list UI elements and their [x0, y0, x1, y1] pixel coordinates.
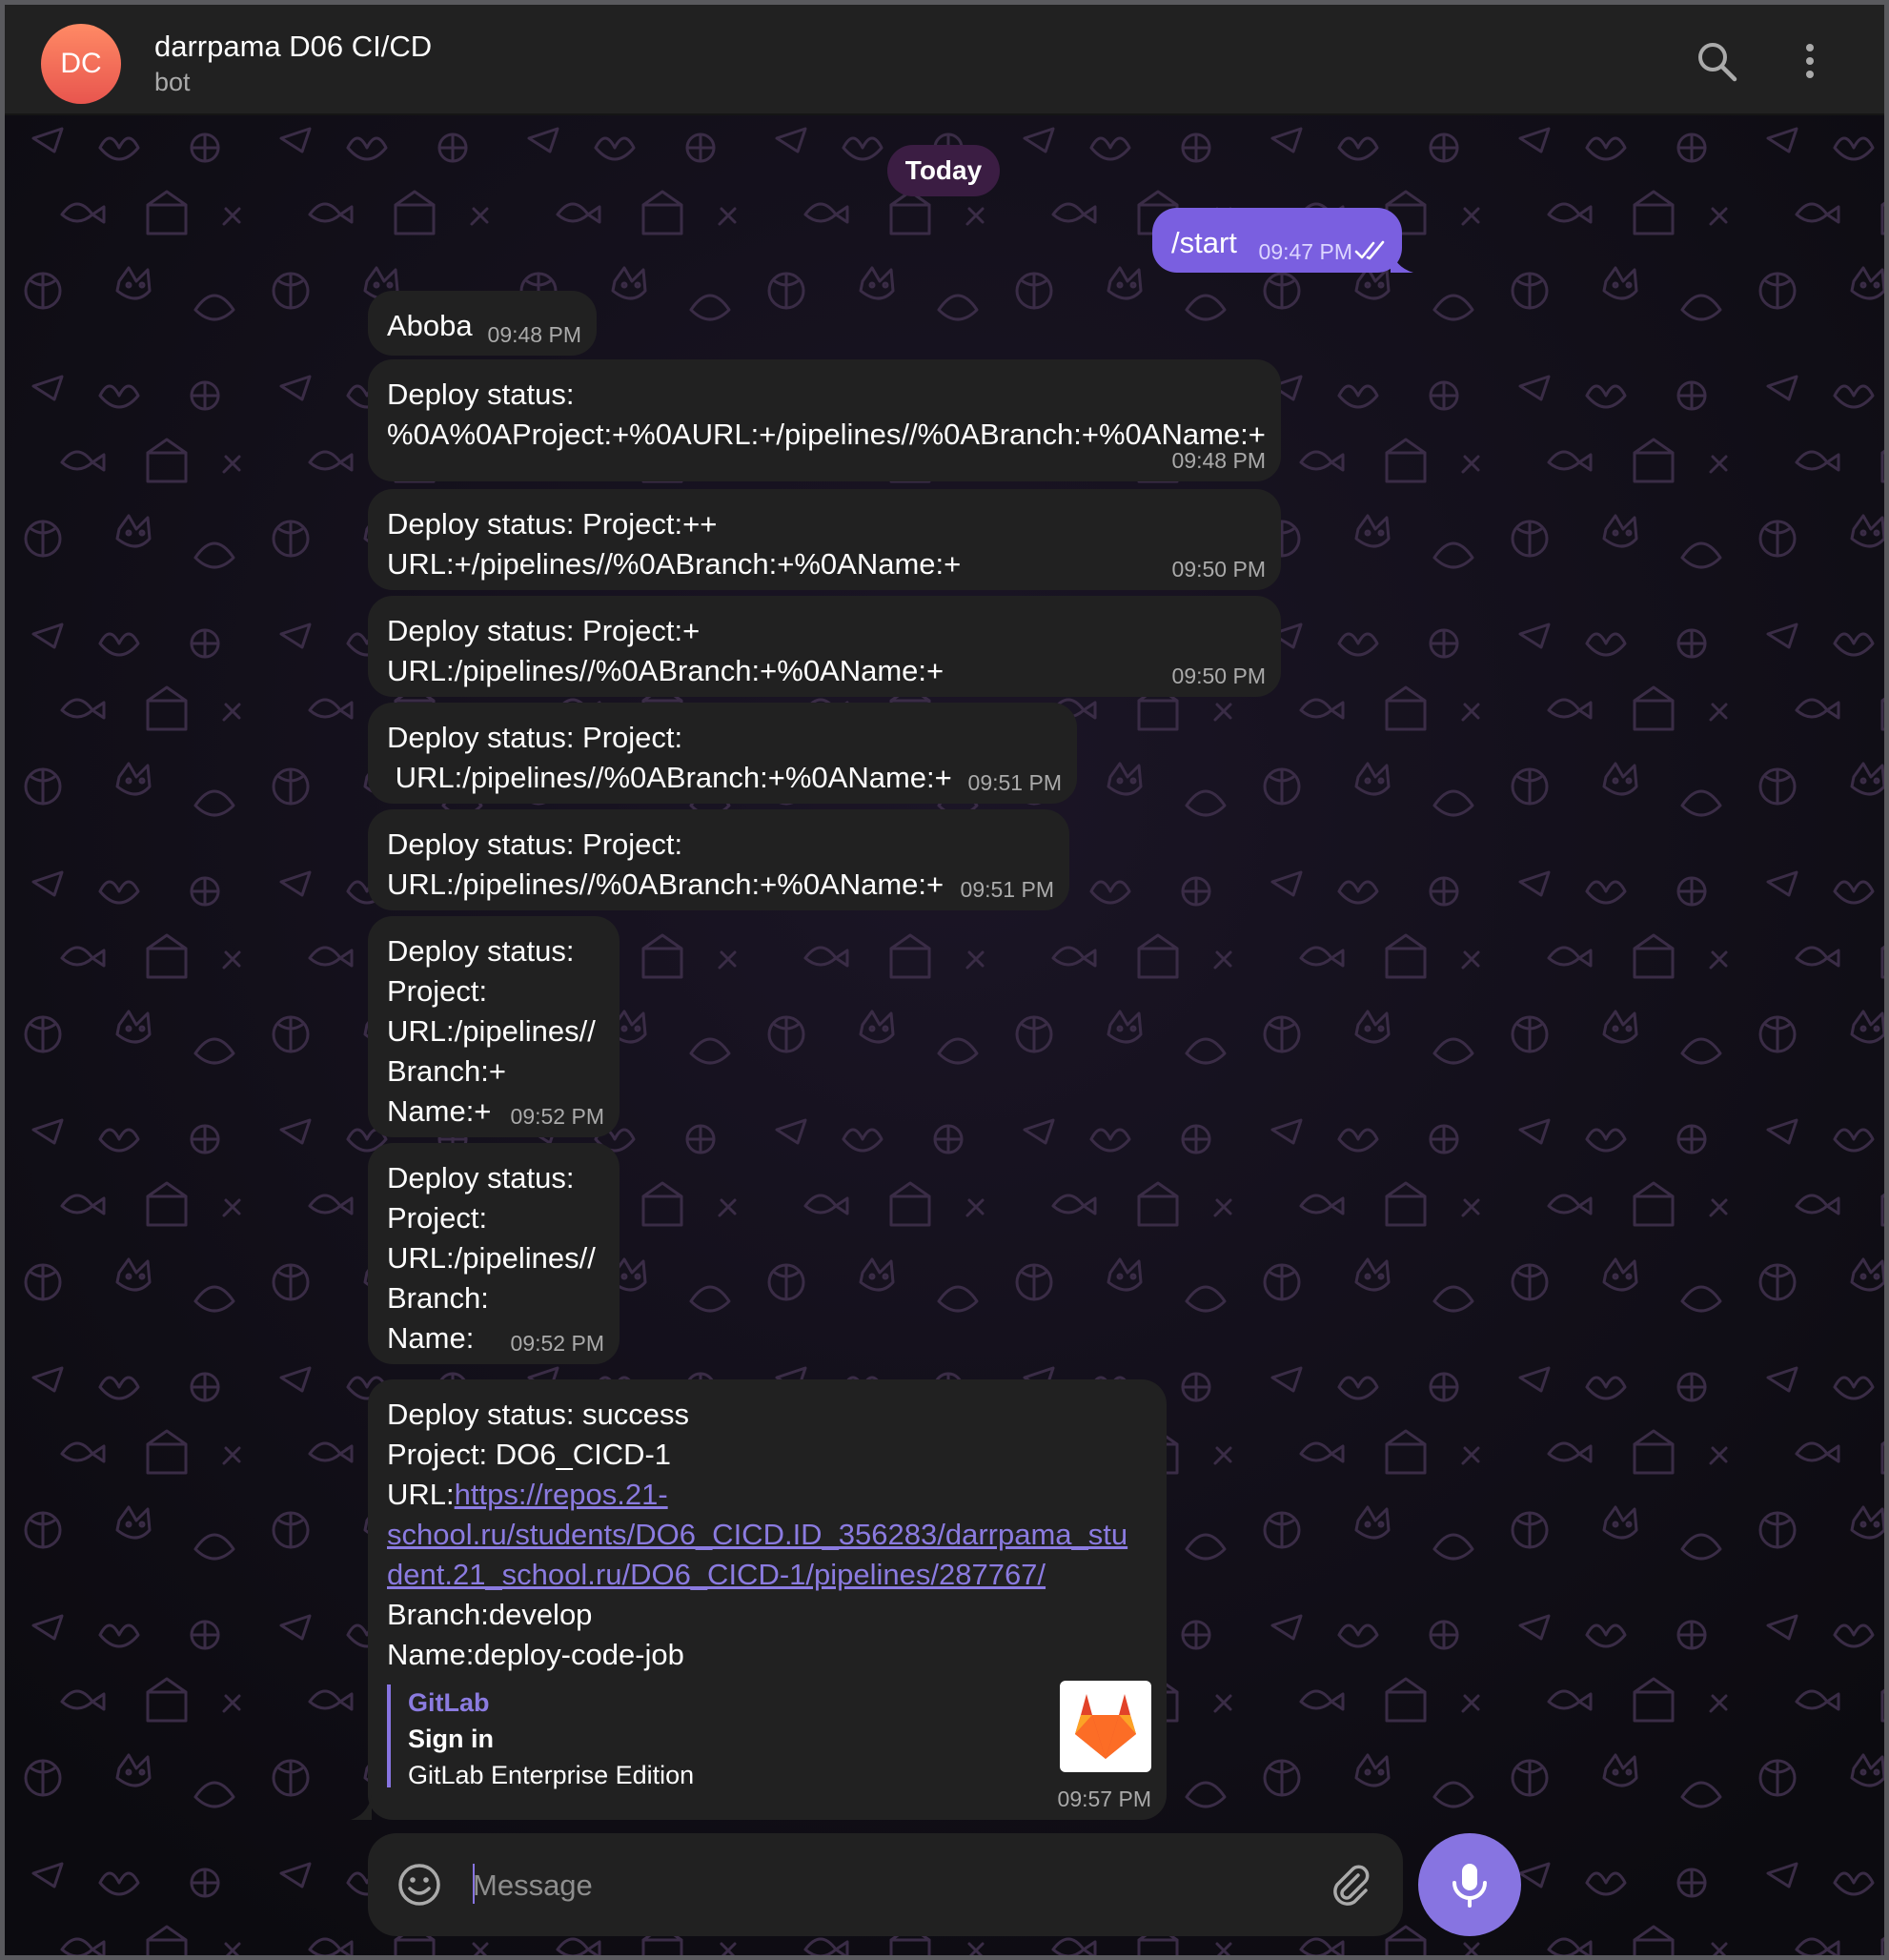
message-time: 09:57 PM — [1057, 1786, 1151, 1811]
message-outgoing[interactable]: /start 09:47 PM — [1152, 208, 1402, 273]
message-line: Deploy status: — [387, 1161, 575, 1194]
search-icon[interactable] — [1694, 38, 1739, 84]
url-line: dent.21_school.ru/DO6_CICD-1/pipelines/2… — [387, 1555, 1151, 1595]
message-line: Project: DO6_CICD-1 — [387, 1438, 672, 1471]
chat-title[interactable]: darrpama D06 CI/CD — [154, 30, 432, 64]
message-time: 09:52 PM — [510, 1331, 604, 1356]
message-line: Deploy status: success — [387, 1398, 690, 1431]
message-line: Project: — [387, 1201, 488, 1235]
message-time: 09:48 PM — [487, 322, 581, 347]
message-incoming[interactable]: Deploy status: success Project: DO6_CICD… — [368, 1379, 1167, 1820]
message-line: Deploy status: — [387, 378, 575, 411]
message-time: 09:51 PM — [960, 877, 1054, 902]
message-incoming[interactable]: Deploy status: Project: URL:/pipelines//… — [368, 916, 620, 1137]
message-line: Deploy status: Project: — [387, 827, 683, 861]
message-line: Name:deploy-code-job — [387, 1638, 684, 1671]
message-incoming[interactable]: Deploy status: Project: URL:/pipelines//… — [368, 809, 1069, 910]
message-line: URL:/pipelines// — [387, 1014, 596, 1048]
read-double-check-icon — [1354, 240, 1385, 260]
microphone-icon[interactable] — [1418, 1833, 1521, 1936]
message-line: %0A%0AProject:+%0AURL:+/pipelines//%0ABr… — [387, 418, 1266, 451]
text-caret — [473, 1864, 475, 1904]
chat-subtitle: bot — [154, 68, 191, 96]
message-time: 09:51 PM — [967, 770, 1062, 795]
chat-header: DC darrpama D06 CI/CD bot — [5, 5, 1884, 115]
pipeline-link[interactable]: https://repos.21- — [455, 1478, 668, 1511]
message-line: URL:+/pipelines//%0ABranch:+%0AName:+ — [387, 547, 962, 581]
message-time: 09:48 PM — [1171, 448, 1266, 473]
pipeline-link[interactable]: dent.21_school.ru/DO6_CICD-1/pipelines/2… — [387, 1558, 1046, 1591]
message-line: Deploy status: Project:++ — [387, 507, 718, 541]
message-line: URL:/pipelines//%0ABranch:+%0AName:+ — [387, 868, 944, 901]
telegram-window: DC darrpama D06 CI/CD bot Today /start 0… — [0, 0, 1889, 1960]
link-preview[interactable]: GitLab Sign in GitLab Enterprise Edition — [387, 1681, 1151, 1789]
message-time-text: 09:47 PM — [1258, 239, 1352, 264]
message-line: Project: — [387, 974, 488, 1008]
message-incoming[interactable]: Deploy status: Project:+ URL:/pipelines/… — [368, 596, 1281, 697]
message-time: 09:52 PM — [510, 1104, 604, 1129]
message-time: 09:50 PM — [1171, 557, 1266, 582]
date-separator: Today — [887, 145, 1000, 196]
message-incoming[interactable]: Deploy status: Project: URL:/pipelines//… — [368, 703, 1077, 804]
more-vertical-icon[interactable] — [1787, 38, 1833, 84]
message-time: 09:47 PM — [1259, 239, 1352, 265]
paperclip-icon[interactable] — [1327, 1862, 1372, 1908]
message-time: 09:50 PM — [1171, 664, 1266, 688]
gitlab-logo-icon — [1060, 1681, 1151, 1772]
message-incoming[interactable]: Deploy status: %0A%0AProject:+%0AURL:+/p… — [368, 359, 1281, 481]
emoji-icon[interactable] — [396, 1862, 442, 1908]
message-incoming[interactable]: Deploy status: Project: URL:/pipelines//… — [368, 1143, 620, 1364]
bubble-tail — [1391, 248, 1413, 273]
avatar[interactable]: DC — [41, 24, 121, 104]
message-composer — [368, 1833, 1403, 1936]
message-line: URL:/pipelines//%0ABranch:+%0AName:+ — [387, 761, 952, 794]
preview-description: GitLab Enterprise Edition — [408, 1761, 695, 1789]
message-incoming[interactable]: Aboba 09:48 PM — [368, 291, 597, 356]
message-line: Deploy status: Project:+ — [387, 614, 701, 647]
message-line: URL:/pipelines// — [387, 1241, 596, 1275]
message-input[interactable] — [471, 1860, 1294, 1911]
url-line: URL:https://repos.21- — [387, 1475, 1151, 1515]
message-line: Branch:develop — [387, 1598, 593, 1631]
preview-title: Sign in — [408, 1725, 494, 1753]
message-line: Deploy status: Project: — [387, 721, 683, 754]
message-incoming[interactable]: Deploy status: Project:++ URL:+/pipeline… — [368, 489, 1281, 590]
bubble-tail — [351, 1795, 372, 1820]
message-line: Branch: — [387, 1281, 489, 1315]
message-line: Branch:+ — [387, 1054, 506, 1088]
url-line: school.ru/students/DO6_CICD.ID_356283/da… — [387, 1515, 1151, 1555]
preview-site-name: GitLab — [408, 1688, 490, 1717]
url-prefix: URL: — [387, 1478, 455, 1511]
pipeline-link[interactable]: school.ru/students/DO6_CICD.ID_356283/da… — [387, 1518, 1127, 1551]
message-line: Deploy status: — [387, 934, 575, 968]
message-line: URL:/pipelines//%0ABranch:+%0AName:+ — [387, 654, 944, 687]
